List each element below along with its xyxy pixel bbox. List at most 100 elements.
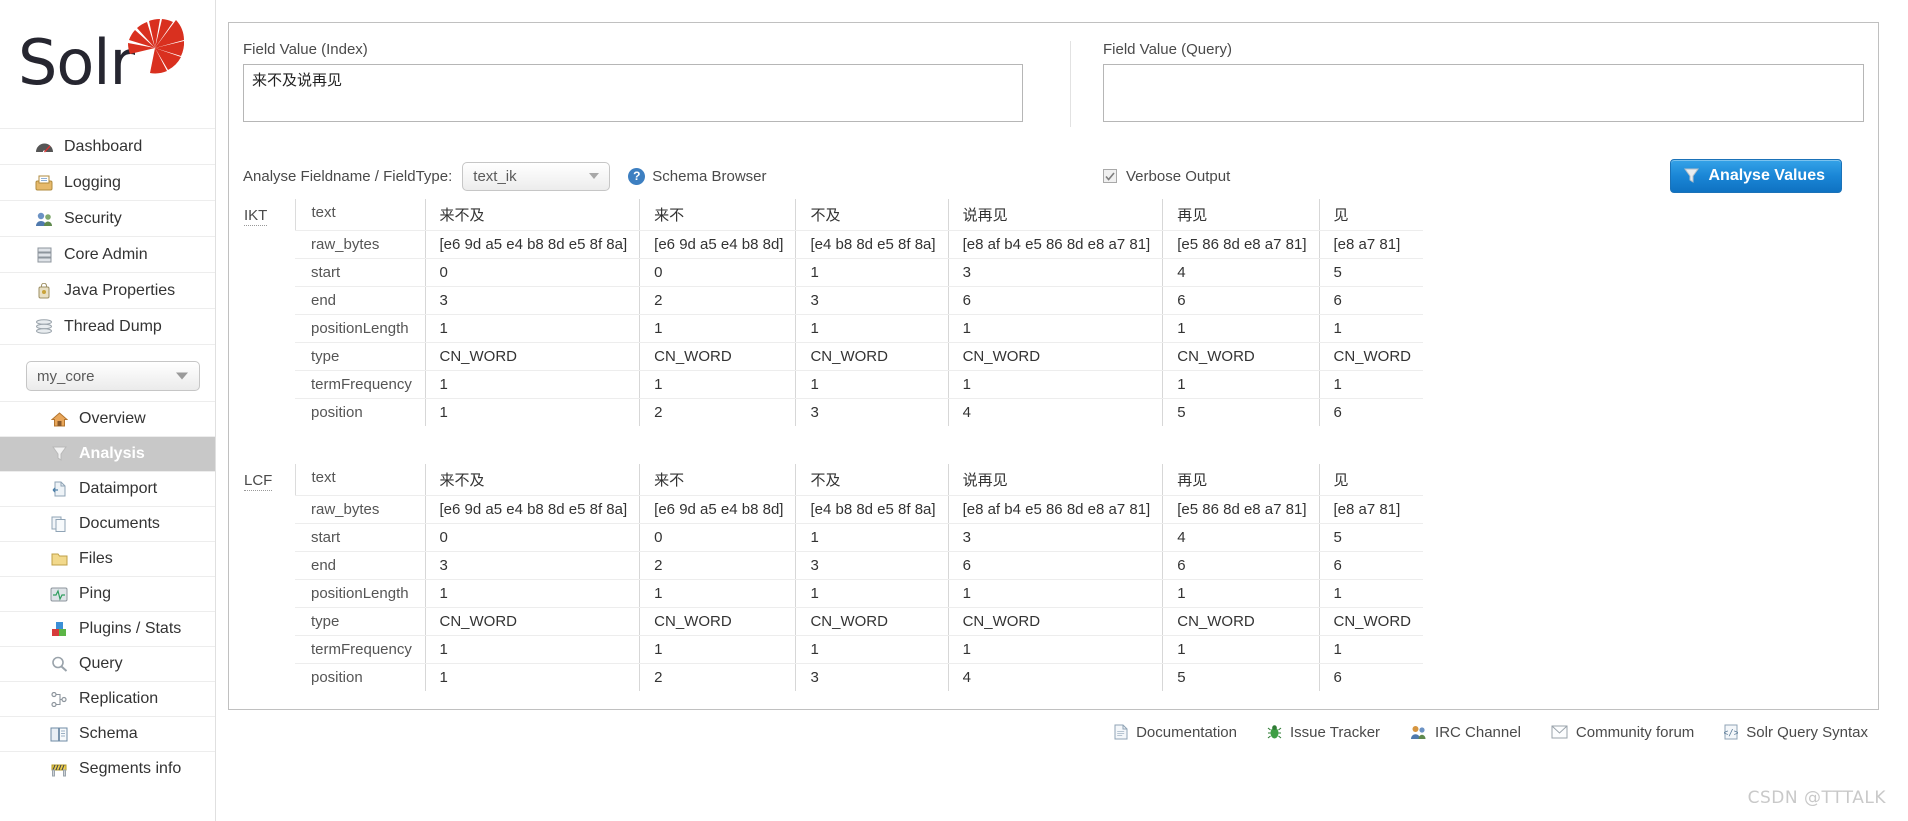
token-cell: 1 bbox=[639, 635, 796, 664]
footer-link-label: Documentation bbox=[1136, 723, 1237, 741]
code-page-icon: </> bbox=[1724, 724, 1738, 740]
analyse-values-button[interactable]: Analyse Values bbox=[1670, 159, 1842, 193]
token-cell: 来不 bbox=[639, 199, 796, 231]
token-cell: 2 bbox=[639, 398, 796, 426]
token-cell: 0 bbox=[424, 258, 640, 287]
field-value-row: Field Value (Index) Field Value (Query) bbox=[229, 41, 1878, 127]
sidebar-item-query[interactable]: Query bbox=[0, 646, 215, 681]
token-cell: CN_WORD bbox=[795, 342, 949, 371]
field-value-index-input[interactable] bbox=[243, 64, 1023, 122]
verbose-output-toggle[interactable]: Verbose Output bbox=[1103, 168, 1230, 185]
sidebar-item-security[interactable]: Security bbox=[0, 200, 215, 236]
token-cell: 3 bbox=[424, 286, 640, 315]
sidebar-item-thread-dump[interactable]: Thread Dump bbox=[0, 308, 215, 344]
sidebar-item-label: Replication bbox=[79, 690, 159, 707]
sidebar-item-replication[interactable]: Replication bbox=[0, 681, 215, 716]
sidebar-item-label: Dashboard bbox=[64, 137, 143, 155]
token-cell: 1 bbox=[947, 370, 1163, 399]
global-nav: Dashboard Logging Security Core Admin Ja… bbox=[0, 128, 215, 344]
token-cell: [e4 b8 8d e5 8f 8a] bbox=[795, 495, 949, 524]
token-cell: 3 bbox=[795, 398, 949, 426]
sidebar-item-label: Overview bbox=[79, 410, 146, 427]
sidebar-item-label: Segments info bbox=[79, 760, 182, 777]
verbose-output-checkbox[interactable] bbox=[1103, 169, 1117, 183]
sidebar-item-ping[interactable]: Ping bbox=[0, 576, 215, 611]
core-selector[interactable]: my_core bbox=[26, 361, 200, 391]
token-cell: 1 bbox=[795, 314, 949, 343]
solr-sunburst-logo-icon bbox=[124, 18, 186, 83]
index-field-group: Field Value (Index) bbox=[243, 41, 1071, 127]
documents-icon bbox=[48, 515, 70, 533]
analyzer-row-key: termFrequency bbox=[295, 370, 425, 399]
field-value-query-input[interactable] bbox=[1103, 64, 1864, 122]
sidebar-item-logging[interactable]: Logging bbox=[0, 164, 215, 200]
people-chat-icon bbox=[1410, 724, 1427, 740]
plugins-blocks-icon bbox=[48, 620, 70, 638]
sidebar-item-dataimport[interactable]: Dataimport bbox=[0, 471, 215, 506]
sidebar-item-files[interactable]: Files bbox=[0, 541, 215, 576]
sidebar-item-label: Thread Dump bbox=[64, 317, 162, 335]
analyzer-row-key: raw_bytes bbox=[295, 495, 425, 524]
core-selector-wrap: my_core bbox=[0, 345, 215, 395]
analyzer-row-termFrequency: termFrequency 1 1 1 1 1 1 bbox=[243, 635, 1424, 664]
watermark: CSDN @TTTALK bbox=[1747, 788, 1886, 808]
sidebar-item-dashboard[interactable]: Dashboard bbox=[0, 128, 215, 164]
token-cell: 来不及 bbox=[424, 199, 640, 231]
token-cell: 4 bbox=[1162, 523, 1320, 552]
analyzer-row-key: positionLength bbox=[295, 579, 425, 608]
token-cell: 1 bbox=[1318, 579, 1424, 608]
funnel-icon bbox=[1684, 168, 1700, 184]
token-cell: [e4 b8 8d e5 8f 8a] bbox=[795, 230, 949, 259]
analyzer-row-key: text bbox=[294, 199, 425, 231]
token-cell: CN_WORD bbox=[947, 607, 1163, 636]
analyse-values-label: Analyse Values bbox=[1708, 167, 1825, 184]
footer-link-community-forum[interactable]: Community forum bbox=[1551, 724, 1694, 741]
token-cell: 1 bbox=[424, 635, 640, 664]
schema-browser-link[interactable]: ? Schema Browser bbox=[628, 167, 767, 185]
analyzer-name: LCF bbox=[243, 464, 295, 691]
footer-link-solr-query-syntax[interactable]: </> Solr Query Syntax bbox=[1724, 724, 1868, 741]
analyzer-row-text: LCF text 来不及 来不 不及 说再见 再见见 bbox=[243, 464, 1424, 496]
token-cell: 5 bbox=[1318, 523, 1424, 552]
sidebar-item-label: Documents bbox=[79, 515, 160, 532]
token-cell: 1 bbox=[1162, 635, 1320, 664]
sidebar: Solr Dashboard Logging Security Core Adm… bbox=[0, 0, 216, 821]
sidebar-item-core-admin[interactable]: Core Admin bbox=[0, 236, 215, 272]
token-cell: 2 bbox=[639, 551, 796, 580]
sidebar-item-documents[interactable]: Documents bbox=[0, 506, 215, 541]
footer-link-issue-tracker[interactable]: Issue Tracker bbox=[1267, 724, 1380, 741]
token-cell: 1 bbox=[1162, 579, 1320, 608]
token-cell: 1 bbox=[1318, 635, 1424, 664]
sidebar-item-schema[interactable]: Schema bbox=[0, 716, 215, 751]
analyzer-row-key: start bbox=[295, 258, 425, 287]
verbose-output-label: Verbose Output bbox=[1126, 167, 1231, 185]
fieldtype-select[interactable]: text_ik bbox=[462, 161, 611, 191]
analyzer-row-key: position bbox=[311, 669, 363, 686]
sidebar-item-java-properties[interactable]: Java Properties bbox=[0, 272, 215, 308]
analyzer-row-type: type CN_WORD CN_WORD CN_WORD CN_WORD CN_WORD C… bbox=[243, 607, 1424, 636]
sidebar-item-analysis[interactable]: Analysis bbox=[0, 436, 215, 471]
query-magnifier-icon bbox=[48, 655, 70, 673]
token-cell: CN_WORD bbox=[424, 342, 640, 371]
sidebar-item-plugins-stats[interactable]: Plugins / Stats bbox=[0, 611, 215, 646]
analyzer-row-end: end 3 2 3 6 6 6 bbox=[243, 551, 1424, 580]
token-cell: 6 bbox=[947, 286, 1163, 315]
overview-home-icon bbox=[48, 410, 70, 428]
analyzer-row-key: start bbox=[295, 523, 425, 552]
sidebar-item-overview[interactable]: Overview bbox=[0, 401, 215, 436]
token-cell: CN_WORD bbox=[1318, 342, 1424, 371]
sidebar-item-segments-info[interactable]: Segments info bbox=[0, 751, 215, 786]
token-cell: 6 bbox=[1318, 398, 1424, 426]
files-folder-icon bbox=[48, 550, 70, 568]
analyzer-row-positionLength: positionLength 1 1 1 1 1 1 bbox=[243, 314, 1424, 343]
footer-link-documentation[interactable]: Documentation bbox=[1114, 724, 1237, 741]
sidebar-item-label: Query bbox=[79, 655, 123, 672]
token-cell: 1 bbox=[1162, 370, 1320, 399]
brand-logo[interactable]: Solr bbox=[0, 0, 215, 128]
core-nav: Overview Analysis Dataimport Documents F… bbox=[0, 401, 215, 786]
footer-link-irc-channel[interactable]: IRC Channel bbox=[1410, 724, 1521, 741]
chevron-down-icon bbox=[176, 372, 188, 380]
analyzer-row-key: positionLength bbox=[295, 314, 425, 343]
sidebar-item-label: Files bbox=[79, 550, 113, 567]
analyzer-row-raw_bytes: raw_bytes [e6 9d a5 e4 b8 8d e5 8f 8a] [e6… bbox=[243, 230, 1424, 259]
